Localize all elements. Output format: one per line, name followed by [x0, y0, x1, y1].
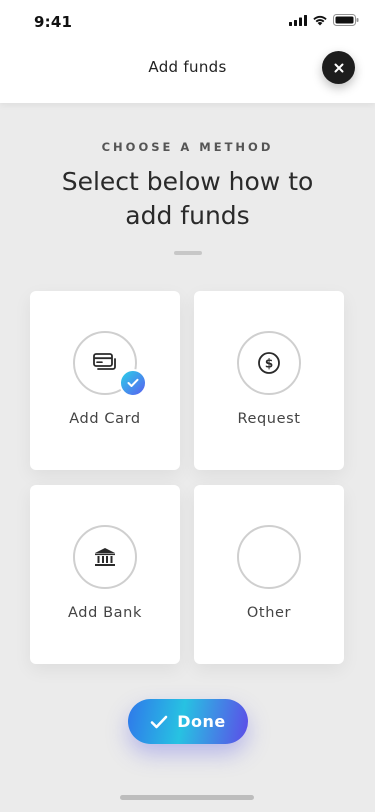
- method-icon-circle: [237, 525, 301, 589]
- method-card-add-bank[interactable]: Add Bank: [30, 485, 180, 664]
- credit-card-icon: [93, 353, 116, 370]
- page-title: Add funds: [148, 58, 227, 76]
- done-button[interactable]: Done: [128, 699, 248, 744]
- dollar-coin-icon: $: [258, 352, 280, 374]
- method-label-add-bank: Add Bank: [68, 605, 142, 621]
- method-card-add-card[interactable]: Add Card: [30, 291, 180, 470]
- section-headline: Select below how to add funds: [30, 165, 345, 233]
- wifi-icon: [313, 15, 327, 25]
- section-eyebrow: CHOOSE A METHOD: [101, 140, 274, 154]
- status-icons: [289, 14, 359, 26]
- headline-line-1: Select below how to: [61, 167, 314, 196]
- method-icon-circle: $: [237, 331, 301, 395]
- done-button-label: Done: [177, 712, 226, 731]
- check-icon: [127, 378, 139, 387]
- close-icon: [334, 63, 343, 72]
- signal-icon: [289, 14, 307, 26]
- status-time: 9:41: [34, 13, 73, 31]
- svg-text:$: $: [265, 357, 273, 371]
- check-icon: [150, 715, 168, 728]
- close-button[interactable]: [322, 51, 355, 84]
- headline-line-2: add funds: [125, 201, 250, 230]
- method-card-request[interactable]: $ Request: [194, 291, 344, 470]
- method-label-add-card: Add Card: [69, 411, 141, 427]
- battery-icon: [333, 14, 359, 26]
- method-card-other[interactable]: Other: [194, 485, 344, 664]
- method-label-other: Other: [246, 605, 292, 621]
- selected-check-badge: [119, 369, 147, 397]
- divider: [174, 251, 202, 255]
- method-icon-circle: [73, 525, 137, 589]
- method-label-request: Request: [237, 411, 301, 427]
- home-indicator[interactable]: [120, 795, 254, 800]
- bank-icon: [95, 548, 115, 566]
- top-bar: 9:41 Add funds: [0, 0, 375, 103]
